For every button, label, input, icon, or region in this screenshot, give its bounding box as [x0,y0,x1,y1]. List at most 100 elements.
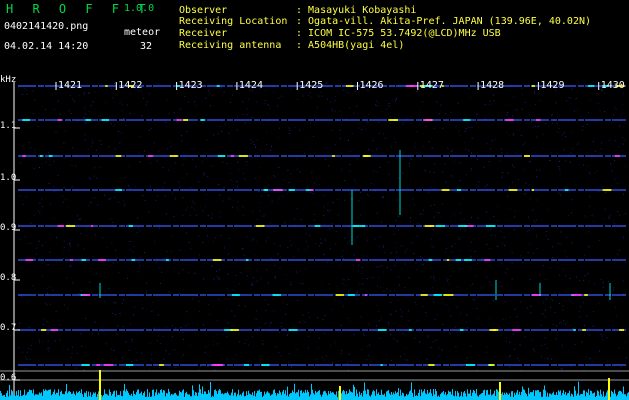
signal-fleck [244,364,249,366]
time-label: 1427 [419,80,444,91]
y-tick-label: 1.1 [0,121,17,131]
signal-fleck [231,294,240,296]
signal-fleck [582,329,586,331]
antenna-value: : A504HB(yagi 4el) [296,40,405,51]
signal-fleck [512,329,521,331]
signal-fleck [115,155,122,157]
signal-fleck [57,225,65,227]
signal-fleck [183,119,188,121]
signal-fleck [359,225,366,227]
signal-fleck [288,189,295,191]
signal-fleck [103,364,114,366]
signal-fleck [356,259,361,261]
signal-fleck [22,155,26,157]
signal-fleck [217,155,226,157]
signal-fleck [96,364,101,366]
signal-fleck [456,189,461,191]
signal-fleck [489,329,496,331]
signal-fleck [352,225,360,227]
signal-fleck [531,85,535,87]
signal-fleck [428,364,435,366]
signal-fleck [486,225,496,227]
signal-fleck [263,189,268,191]
signal-fleck [81,259,86,261]
signal-fleck [85,119,92,121]
app-version: 1.0.0 [124,3,155,14]
signal-fleck [614,155,620,157]
signal-fleck [66,225,76,227]
signal-fleck [424,225,435,227]
signal-fleck [212,259,222,261]
signal-fleck [380,364,383,366]
signal-fleck [464,259,472,261]
signal-fleck [619,329,624,331]
signal-fleck [288,329,298,331]
signal-fleck [246,259,249,261]
signal-fleck [216,85,220,87]
signal-histogram [0,381,629,400]
signal-fleck [25,259,33,261]
signal-fleck [115,189,122,191]
signal-fleck [314,225,321,227]
time-label: 1428 [480,80,505,91]
signal-fleck [39,155,43,157]
y-tick-label: 1.0 [0,173,17,183]
signal-fleck [309,189,314,191]
receiver-label: Receiver [179,28,228,39]
signal-fleck [159,364,164,366]
signal-fleck [332,155,335,157]
signal-fleck [57,119,62,121]
signal-fleck [602,189,612,191]
signal-fleck [458,225,468,227]
signal-fleck [98,259,106,261]
signal-fleck [335,294,344,296]
y-tick-label: 0.6 [0,373,17,383]
capture-datetime: 04.02.14 14:20 [4,41,89,52]
signal-fleck [238,155,248,157]
signal-fleck [131,259,136,261]
y-unit-label: kHz [0,75,17,85]
signal-fleck [48,155,53,157]
signal-fleck [211,364,222,366]
signal-fleck [564,189,569,191]
signal-fleck [364,294,367,296]
signal-fleck [423,119,432,121]
antenna-label: Receiving antenna [179,40,282,51]
signal-fleck [347,294,355,296]
time-label: 1424 [238,80,263,91]
observer-value: : Masayuki Kobayashi [296,5,417,16]
signal-fleck [90,225,94,227]
signal-fleck [587,85,595,87]
signal-fleck [169,155,178,157]
time-label: 1425 [299,80,324,91]
signal-fleck [536,119,541,121]
signal-fleck [443,294,454,296]
time-label: 1423 [178,80,203,91]
time-label: 1430 [600,80,625,91]
signal-fleck [363,155,371,157]
signal-fleck [446,259,450,261]
signal-fleck [573,329,576,331]
signal-fleck [261,364,270,366]
signal-fleck [378,329,387,331]
signal-fleck [81,364,90,366]
meteor-label: meteor [124,27,161,38]
y-tick-label: 0.7 [0,323,17,333]
signal-fleck [489,364,495,366]
signal-fleck [435,225,445,227]
y-tick-label: 0.8 [0,273,17,283]
signal-fleck [459,329,464,331]
signal-fleck [508,189,518,191]
signal-fleck [584,294,588,296]
y-tick-label: 0.9 [0,223,17,233]
location-label: Receiving Location [179,16,288,27]
meteor-count: 32 [140,41,153,52]
spectrogram [0,82,629,400]
signal-fleck [176,119,182,121]
signal-fleck [82,294,91,296]
signal-fleck [466,364,475,366]
signal-fleck [455,259,461,261]
signal-fleck [22,119,30,121]
time-label: 1422 [118,80,143,91]
signal-fleck [345,85,354,87]
